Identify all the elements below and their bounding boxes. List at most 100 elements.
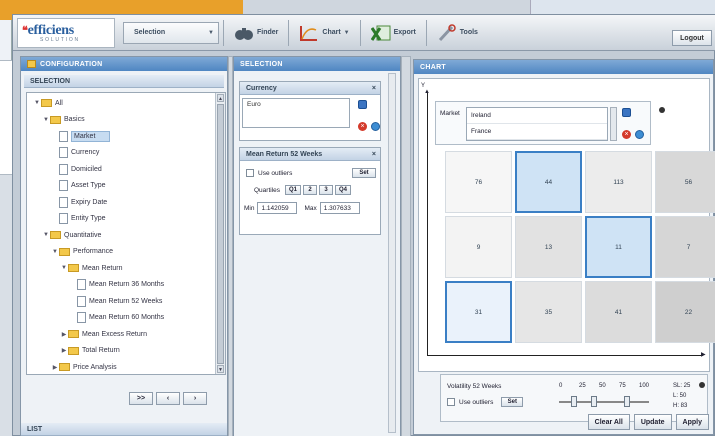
- tree-item[interactable]: Entity Type: [27, 211, 225, 228]
- quartile-3-button[interactable]: 3: [319, 185, 334, 195]
- quartile-2-button[interactable]: 2: [303, 185, 318, 195]
- export-button[interactable]: Export: [365, 19, 422, 47]
- apply-button[interactable]: Apply: [675, 414, 709, 430]
- configuration-panel: CONFIGURATION SELECTION ▼ All ▼ Basics Marke…: [20, 56, 228, 436]
- tree-item[interactable]: Currency: [27, 145, 225, 162]
- grid-cell[interactable]: 31: [445, 281, 512, 343]
- min-input[interactable]: 1.142059: [257, 202, 298, 214]
- slider-handle-mid[interactable]: [591, 396, 597, 407]
- toolbar: ❝efficiens SOLUTION Selection ▼ Finder C…: [13, 15, 715, 51]
- tree-item[interactable]: ▶ Price Analysis: [27, 359, 225, 374]
- grid-cell[interactable]: 113: [585, 151, 652, 213]
- chart-panel-title: CHART: [420, 63, 446, 71]
- quartile-q4-button[interactable]: Q4: [335, 185, 352, 195]
- market-label: Market: [440, 110, 460, 117]
- pin-icon[interactable]: [699, 382, 705, 388]
- collapse-icon[interactable]: ▼: [60, 265, 68, 271]
- finder-button[interactable]: Finder: [228, 19, 284, 47]
- tree-item[interactable]: ▼ All: [27, 95, 225, 112]
- logout-button[interactable]: Logout: [672, 30, 712, 46]
- tree-item[interactable]: ▶ Total Return: [27, 343, 225, 360]
- scrollbar-thumb[interactable]: [217, 104, 224, 364]
- app-window: ❝efficiens SOLUTION Selection ▼ Finder C…: [12, 14, 715, 436]
- currency-list-item[interactable]: Euro: [247, 101, 261, 108]
- grid-cell[interactable]: 7: [655, 216, 715, 278]
- grid-cell[interactable]: 44: [515, 151, 582, 213]
- tools-button[interactable]: Tools: [431, 19, 484, 47]
- scroll-down-icon[interactable]: ▼: [217, 365, 224, 373]
- info-icon[interactable]: [371, 122, 380, 131]
- quartile-q1-button[interactable]: Q1: [285, 185, 302, 195]
- remove-icon[interactable]: ×: [622, 130, 631, 139]
- tree-item[interactable]: Market: [27, 128, 225, 145]
- selection-dropdown[interactable]: Selection ▼: [123, 21, 219, 44]
- list-section-header[interactable]: LIST: [21, 423, 227, 436]
- mean-return-filter: Mean Return 52 Weeks × Use outliers Set …: [239, 147, 381, 235]
- chevron-down-icon: ▼: [208, 29, 214, 36]
- edit-icon[interactable]: [622, 108, 631, 117]
- tree-item[interactable]: Asset Type: [27, 178, 225, 195]
- tree-item[interactable]: Domiciled: [27, 161, 225, 178]
- expand-all-button[interactable]: >>: [129, 392, 153, 405]
- tree-item[interactable]: Mean Return 36 Months: [27, 277, 225, 294]
- info-icon[interactable]: [635, 130, 644, 139]
- next-button[interactable]: ›: [183, 392, 207, 405]
- close-icon[interactable]: ×: [372, 85, 376, 92]
- expand-icon[interactable]: ▶: [60, 331, 68, 338]
- market-list-scrollbar[interactable]: [610, 107, 617, 141]
- grid-cell[interactable]: 76: [445, 151, 512, 213]
- tree-item[interactable]: ▼ Basics: [27, 112, 225, 129]
- export-label: Export: [393, 29, 416, 36]
- grid-cell[interactable]: 13: [515, 216, 582, 278]
- slider-handle-high[interactable]: [624, 396, 630, 407]
- slider-handle-low[interactable]: [571, 396, 577, 407]
- tree-item[interactable]: ▼ Mean Return: [27, 260, 225, 277]
- use-outliers-checkbox[interactable]: [246, 169, 254, 177]
- tree-item[interactable]: ▼ Quantitative: [27, 227, 225, 244]
- collapse-icon[interactable]: ▼: [42, 232, 50, 238]
- expand-icon[interactable]: ▶: [51, 364, 59, 371]
- market-item-ireland[interactable]: Ireland: [467, 108, 607, 124]
- expand-icon[interactable]: ▶: [60, 347, 68, 354]
- logo: ❝efficiens SOLUTION: [17, 17, 115, 48]
- grid-cell[interactable]: 9: [445, 216, 512, 278]
- chart-panel: CHART ▲ Y ▶ Market Ireland France × 76 44…: [413, 59, 715, 435]
- market-item-france[interactable]: France: [467, 124, 607, 140]
- edit-icon[interactable]: [358, 100, 367, 109]
- use-outliers-label: Use outliers: [258, 169, 293, 177]
- grid-cell[interactable]: 41: [585, 281, 652, 343]
- grid-cell[interactable]: 56: [655, 151, 715, 213]
- grid-cell[interactable]: 22: [655, 281, 715, 343]
- pin-icon[interactable]: [659, 107, 665, 113]
- chart-button[interactable]: Chart ▼: [293, 19, 355, 47]
- splitter-right[interactable]: [401, 56, 411, 436]
- grid-cell[interactable]: 35: [515, 281, 582, 343]
- currency-list[interactable]: Euro: [242, 98, 350, 128]
- tree-item-label: Basics: [64, 116, 85, 124]
- currency-filter-title: Currency: [246, 84, 277, 92]
- update-button[interactable]: Update: [633, 414, 672, 430]
- selection-scrollbar[interactable]: [388, 73, 396, 433]
- tree-item[interactable]: Mean Return 60 Months: [27, 310, 225, 327]
- close-icon[interactable]: ×: [372, 151, 376, 158]
- tree-item[interactable]: Expiry Date: [27, 194, 225, 211]
- use-outliers-checkbox[interactable]: [447, 398, 455, 406]
- market-list[interactable]: Ireland France: [466, 107, 608, 141]
- set-button[interactable]: Set: [501, 397, 524, 407]
- set-button[interactable]: Set: [352, 168, 376, 178]
- grid-cell[interactable]: 11: [585, 216, 652, 278]
- clear-all-button[interactable]: Clear All: [587, 414, 630, 430]
- scroll-up-icon[interactable]: ▲: [217, 94, 224, 102]
- max-input[interactable]: 1.307633: [319, 202, 360, 214]
- previous-button[interactable]: ‹: [156, 392, 180, 405]
- remove-icon[interactable]: ×: [358, 122, 367, 131]
- collapse-icon[interactable]: ▼: [33, 100, 41, 106]
- tree-scrollbar[interactable]: ▲ ▼: [215, 93, 225, 374]
- collapse-icon[interactable]: ▼: [51, 249, 59, 255]
- tree-item[interactable]: Mean Return 52 Weeks: [27, 293, 225, 310]
- tree-item[interactable]: ▼ Performance: [27, 244, 225, 261]
- tree-item[interactable]: ▶ Mean Excess Return: [27, 326, 225, 343]
- chart-panel-header: CHART: [414, 60, 713, 74]
- collapse-icon[interactable]: ▼: [42, 117, 50, 123]
- selection-section-header[interactable]: SELECTION: [24, 75, 224, 88]
